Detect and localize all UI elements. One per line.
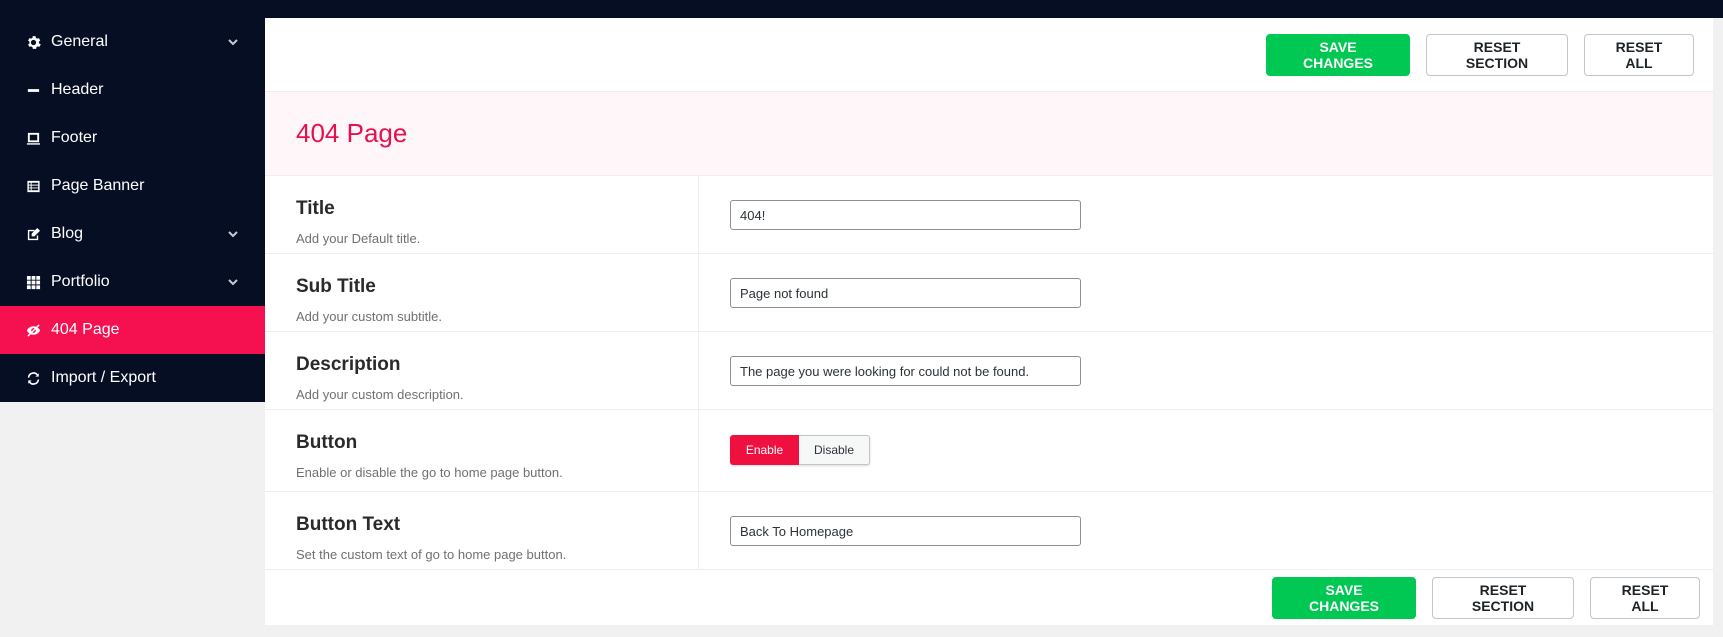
- field-row-subtitle: Sub Title Add your custom subtitle.: [265, 254, 1713, 332]
- grid-icon: [25, 274, 41, 290]
- field-title: Title: [296, 198, 335, 219]
- field-control-column: [699, 176, 1081, 253]
- eye-slash-icon: [25, 322, 41, 338]
- field-label-column: Description Add your custom description.: [265, 332, 699, 409]
- button-text-input[interactable]: [730, 516, 1081, 546]
- sidebar-item-label: Import / Export: [51, 369, 156, 386]
- title-input[interactable]: [730, 200, 1081, 230]
- list-alt-icon: [25, 178, 41, 194]
- field-title: Description: [296, 354, 401, 375]
- chevron-down-icon: [226, 35, 240, 49]
- field-control-column: Enable Disable: [699, 410, 870, 491]
- description-input[interactable]: [730, 356, 1081, 386]
- section-title: 404 Page: [296, 118, 408, 148]
- field-title: Button Text: [296, 514, 401, 535]
- chevron-down-icon: [226, 275, 240, 289]
- sidebar-item-import-export[interactable]: Import / Export: [0, 354, 265, 402]
- options-panel: SAVE CHANGES RESET SECTION RESET ALL 404…: [265, 18, 1713, 625]
- disable-option[interactable]: Disable: [799, 435, 870, 465]
- subtitle-input[interactable]: [730, 278, 1081, 308]
- gear-icon: [25, 34, 41, 50]
- section-header: 404 Page: [265, 92, 1713, 176]
- reset-section-button[interactable]: RESET SECTION: [1432, 576, 1574, 619]
- sidebar-item-label: Page Banner: [51, 177, 145, 194]
- refresh-icon: [25, 370, 41, 386]
- field-row-description: Description Add your custom description.: [265, 332, 1713, 410]
- button-enable-toggle: Enable Disable: [730, 435, 870, 465]
- field-control-column: [699, 332, 1081, 409]
- field-row-button-text: Button Text Set the custom text of go to…: [265, 492, 1713, 570]
- sidebar-item-label: Footer: [51, 129, 98, 146]
- laptop-icon: [25, 130, 41, 146]
- sidebar-item-footer[interactable]: Footer: [0, 114, 265, 162]
- field-row-title: Title Add your Default title.: [265, 176, 1713, 254]
- sidebar-item-page-banner[interactable]: Page Banner: [0, 162, 265, 210]
- enable-option[interactable]: Enable: [730, 435, 799, 465]
- field-description: Enable or disable the go to home page bu…: [296, 465, 563, 480]
- reset-all-button[interactable]: RESET ALL: [1584, 33, 1694, 76]
- field-control-column: [699, 492, 1081, 569]
- field-description: Set the custom text of go to home page b…: [296, 547, 567, 562]
- sidebar-item-general[interactable]: General: [0, 18, 265, 66]
- field-control-column: [699, 254, 1081, 331]
- sidebar-item-portfolio[interactable]: Portfolio: [0, 258, 265, 306]
- sidebar-item-blog[interactable]: Blog: [0, 210, 265, 258]
- field-title: Sub Title: [296, 276, 376, 297]
- sidebar-item-label: Header: [51, 81, 104, 98]
- reset-all-button[interactable]: RESET ALL: [1590, 576, 1700, 619]
- field-label-column: Button Text Set the custom text of go to…: [265, 492, 699, 569]
- sidebar-item-header[interactable]: Header: [0, 66, 265, 114]
- field-description: Add your custom description.: [296, 387, 464, 402]
- minus-icon: [25, 82, 41, 98]
- sidebar-item-label: 404 Page: [51, 321, 120, 338]
- bottom-action-bar: SAVE CHANGES RESET SECTION RESET ALL: [265, 569, 1713, 625]
- reset-section-button[interactable]: RESET SECTION: [1426, 33, 1568, 76]
- field-label-column: Button Enable or disable the go to home …: [265, 410, 699, 491]
- field-label-column: Title Add your Default title.: [265, 176, 699, 253]
- chevron-down-icon: [226, 227, 240, 241]
- field-title: Button: [296, 432, 358, 453]
- sidebar-item-404-page[interactable]: 404 Page: [0, 306, 265, 354]
- field-row-button: Button Enable or disable the go to home …: [265, 410, 1713, 492]
- save-changes-button[interactable]: SAVE CHANGES: [1266, 33, 1410, 76]
- save-changes-button[interactable]: SAVE CHANGES: [1272, 576, 1416, 619]
- admin-top-bar: [0, 0, 1723, 18]
- options-sidebar: General Header Footer Page Banner Blog P…: [0, 18, 265, 402]
- top-action-bar: SAVE CHANGES RESET SECTION RESET ALL: [265, 18, 1713, 92]
- field-description: Add your custom subtitle.: [296, 309, 442, 324]
- edit-icon: [25, 226, 41, 242]
- field-description: Add your Default title.: [296, 231, 421, 246]
- field-label-column: Sub Title Add your custom subtitle.: [265, 254, 699, 331]
